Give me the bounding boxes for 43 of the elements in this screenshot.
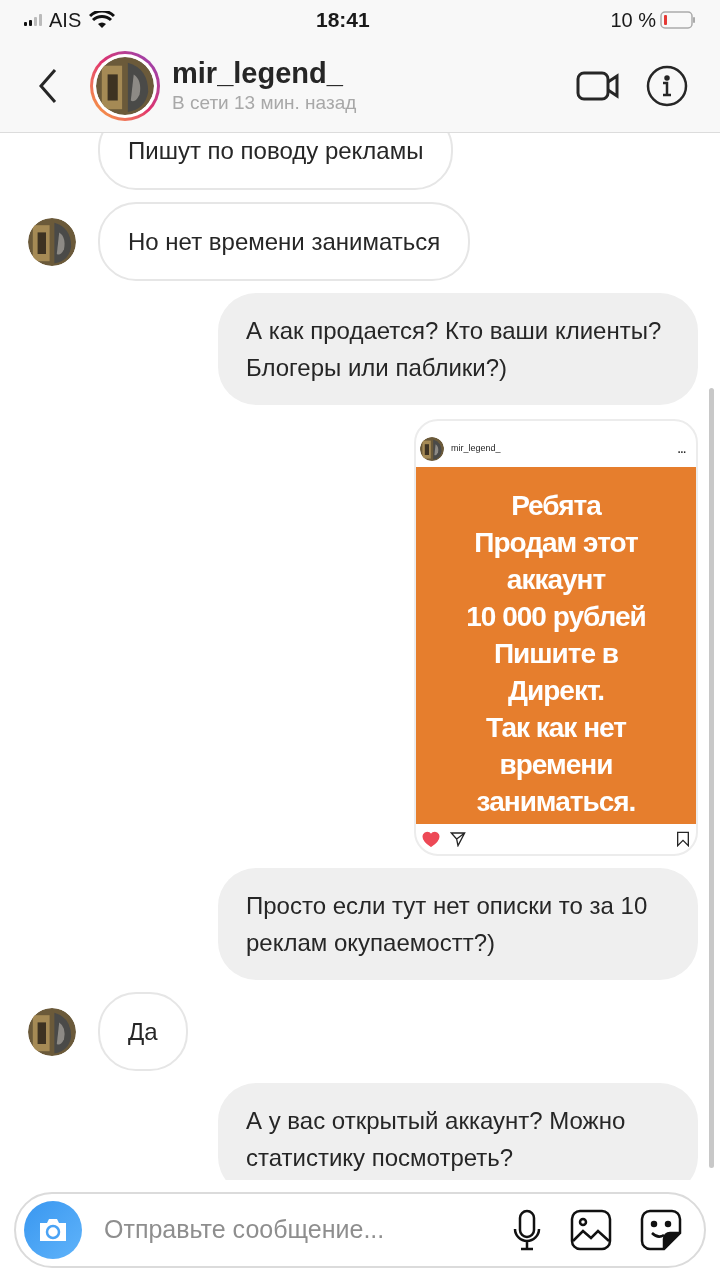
post-avatar	[420, 437, 444, 461]
header-avatar	[96, 57, 154, 115]
message-bubble: Просто если тут нет описки то за 10 реклам окупаемостт?)	[218, 868, 698, 980]
message-bubble: А у вас открытый аккаунт? Можно статистику посмотреть?	[218, 1083, 698, 1180]
battery-percent: 10 %	[610, 8, 656, 33]
camera-icon	[37, 1217, 69, 1243]
post-text-line: аккаунт	[506, 563, 606, 597]
send-icon[interactable]	[450, 831, 466, 847]
post-text-line: Ребята	[511, 489, 601, 523]
microphone-icon[interactable]	[512, 1209, 542, 1251]
message-bubble: Но нет времени заниматься	[98, 202, 471, 281]
sticker-icon[interactable]	[640, 1209, 682, 1251]
video-call-icon[interactable]	[576, 71, 620, 101]
back-icon[interactable]	[38, 68, 58, 104]
message-bubble: Да	[98, 992, 188, 1071]
camera-button[interactable]	[24, 1201, 82, 1259]
info-icon[interactable]	[646, 65, 688, 107]
bookmark-icon[interactable]	[676, 831, 690, 847]
post-text-line: Директ.	[508, 674, 604, 708]
post-text-line: Так как нет	[486, 711, 626, 745]
post-text-line: Пишите в	[493, 637, 619, 671]
post-text-line: Продам этот	[474, 526, 638, 560]
more-dots[interactable]: ...	[677, 441, 686, 457]
clock-time: 18:41	[314, 7, 371, 34]
message-bubble: А как продается? Кто ваши клиенты? Блогеры или паблики?)	[218, 293, 698, 405]
battery-icon	[660, 11, 696, 29]
contact-avatar	[28, 1007, 76, 1056]
shared-post[interactable]: mir_legend_ ... Ребята Продам этот аккаунт 10 000 рублей Пишите в Директ. Так как нет времени заниматься.	[414, 419, 698, 856]
wifi-icon	[89, 11, 116, 29]
message-field[interactable]: Отправьте сообщение...	[14, 1192, 706, 1268]
heart-icon[interactable]	[422, 831, 440, 847]
message-bubble: Пишут по поводу рекламы	[98, 133, 454, 190]
message-input[interactable]: Отправьте сообщение...	[104, 1211, 512, 1249]
online-status: В сети 13 мин. назад	[172, 91, 357, 115]
post-text-line: заниматься.	[476, 785, 636, 819]
contact-avatar	[28, 217, 76, 266]
signal-icon	[24, 14, 44, 26]
post-text-line: времени	[499, 748, 613, 782]
carrier-name: AIS	[49, 8, 82, 33]
post-username: mir_legend_	[451, 442, 501, 456]
post-text-line: 10 000 рублей	[466, 600, 646, 634]
username[interactable]: mir_legend_	[172, 56, 357, 90]
image-icon[interactable]	[570, 1209, 612, 1251]
